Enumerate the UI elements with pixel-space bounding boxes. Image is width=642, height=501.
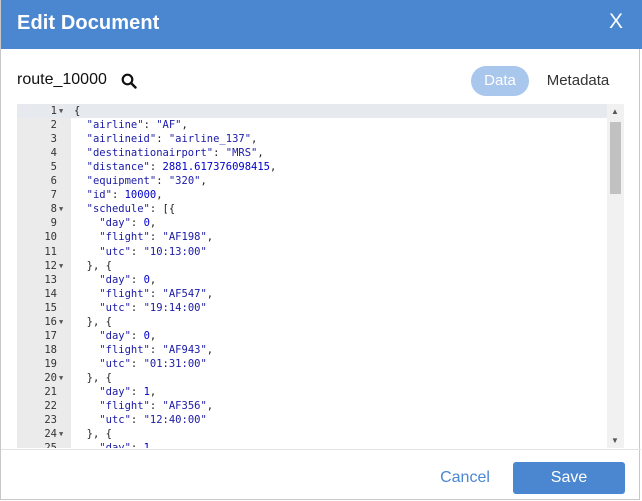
line-number: 4 (50, 147, 57, 160)
line-number: 14 (44, 287, 57, 300)
fold-toggle-icon[interactable]: ▼ (59, 202, 63, 216)
code-text: "destinationairport": "MRS", (86, 147, 264, 160)
edit-document-dialog: Edit Document X route_10000 Data Metadat… (0, 0, 642, 500)
fold-toggle-icon[interactable]: ▼ (59, 315, 63, 329)
line-number: 24 (44, 428, 57, 441)
line-number: 22 (44, 400, 57, 413)
line-number: 20 (44, 371, 57, 384)
fold-toggle-icon[interactable]: ▼ (59, 371, 63, 385)
code-text: "distance": 2881.617376098415, (86, 161, 277, 174)
fold-toggle-icon[interactable]: ▼ (59, 104, 63, 118)
code-text: "flight": "AF356", (99, 400, 214, 413)
code-text: "flight": "AF198", (99, 231, 214, 244)
close-button[interactable]: X (609, 10, 623, 34)
line-number: 8 (50, 203, 57, 216)
line-number: 11 (44, 245, 57, 258)
json-editor[interactable]: 1 ▼{2 "airline": "AF", 3 "airlineid": "air… (17, 104, 624, 448)
code-text: "schedule": [{ (86, 203, 176, 216)
code-text: "flight": "AF943", (99, 343, 214, 356)
dialog-header: Edit Document X (1, 0, 642, 49)
line-number: 15 (44, 301, 57, 314)
line-number: 23 (44, 414, 57, 427)
code-text: "day": 0, (99, 273, 157, 286)
line-number: 1 (50, 105, 57, 117)
editor-scrollbar[interactable]: ▲ ▼ (607, 104, 624, 448)
footer-divider (1, 449, 641, 450)
line-number: 2 (50, 119, 57, 132)
line-number: 9 (50, 217, 57, 230)
line-number: 12 (44, 259, 57, 272)
line-number: 13 (44, 273, 57, 286)
line-number: 7 (50, 189, 57, 202)
code-text: "utc": "01:31:00" (99, 357, 207, 370)
scroll-down-icon[interactable]: ▼ (611, 436, 619, 445)
document-name: route_10000 (17, 71, 107, 88)
code-text: "equipment": "320", (86, 175, 207, 188)
line-number: 21 (44, 386, 57, 398)
line-number: 19 (44, 357, 57, 370)
dialog-title: Edit Document (17, 12, 160, 34)
line-number: 18 (44, 343, 57, 356)
scroll-up-icon[interactable]: ▲ (611, 107, 619, 116)
line-number: 6 (50, 175, 57, 188)
code-text: "id": 10000, (86, 189, 163, 202)
tab-metadata[interactable]: Metadata (537, 66, 619, 96)
code-text: "utc": "19:14:00" (99, 301, 207, 314)
fold-toggle-icon[interactable]: ▼ (59, 259, 63, 273)
line-number: 5 (50, 161, 57, 174)
code-text: "day": 0, (99, 217, 157, 230)
code-text: }, { (86, 259, 112, 272)
line-number: 3 (50, 133, 57, 146)
code-text: }, { (86, 371, 112, 384)
code-text: "day": 1, (99, 386, 157, 398)
scroll-thumb[interactable] (610, 122, 621, 194)
fold-toggle-icon[interactable]: ▼ (59, 427, 63, 441)
line-number: 10 (44, 231, 57, 244)
code-text: "day": 1, (74, 441, 156, 448)
tab-data[interactable]: Data (471, 66, 529, 96)
active-line-highlight (17, 104, 607, 118)
save-button[interactable]: Save (513, 462, 625, 494)
code-text: "airline": "AF", (86, 119, 188, 132)
code-text: "flight": "AF547", (99, 287, 214, 300)
line-number: 25 (17, 441, 57, 448)
code-text: "utc": "12:40:00" (99, 414, 207, 427)
line-number: 17 (44, 329, 57, 342)
code-text: "utc": "10:13:00" (99, 245, 207, 258)
code-text: }, { (86, 315, 112, 328)
code-text: "day": 0, (99, 329, 157, 342)
code-text: { (74, 105, 81, 117)
code-text: }, { (86, 428, 112, 441)
code-text: "airlineid": "airline_137", (86, 133, 258, 146)
search-icon[interactable] (121, 73, 137, 89)
line-number: 16 (44, 315, 57, 328)
cancel-button[interactable]: Cancel (431, 462, 499, 494)
